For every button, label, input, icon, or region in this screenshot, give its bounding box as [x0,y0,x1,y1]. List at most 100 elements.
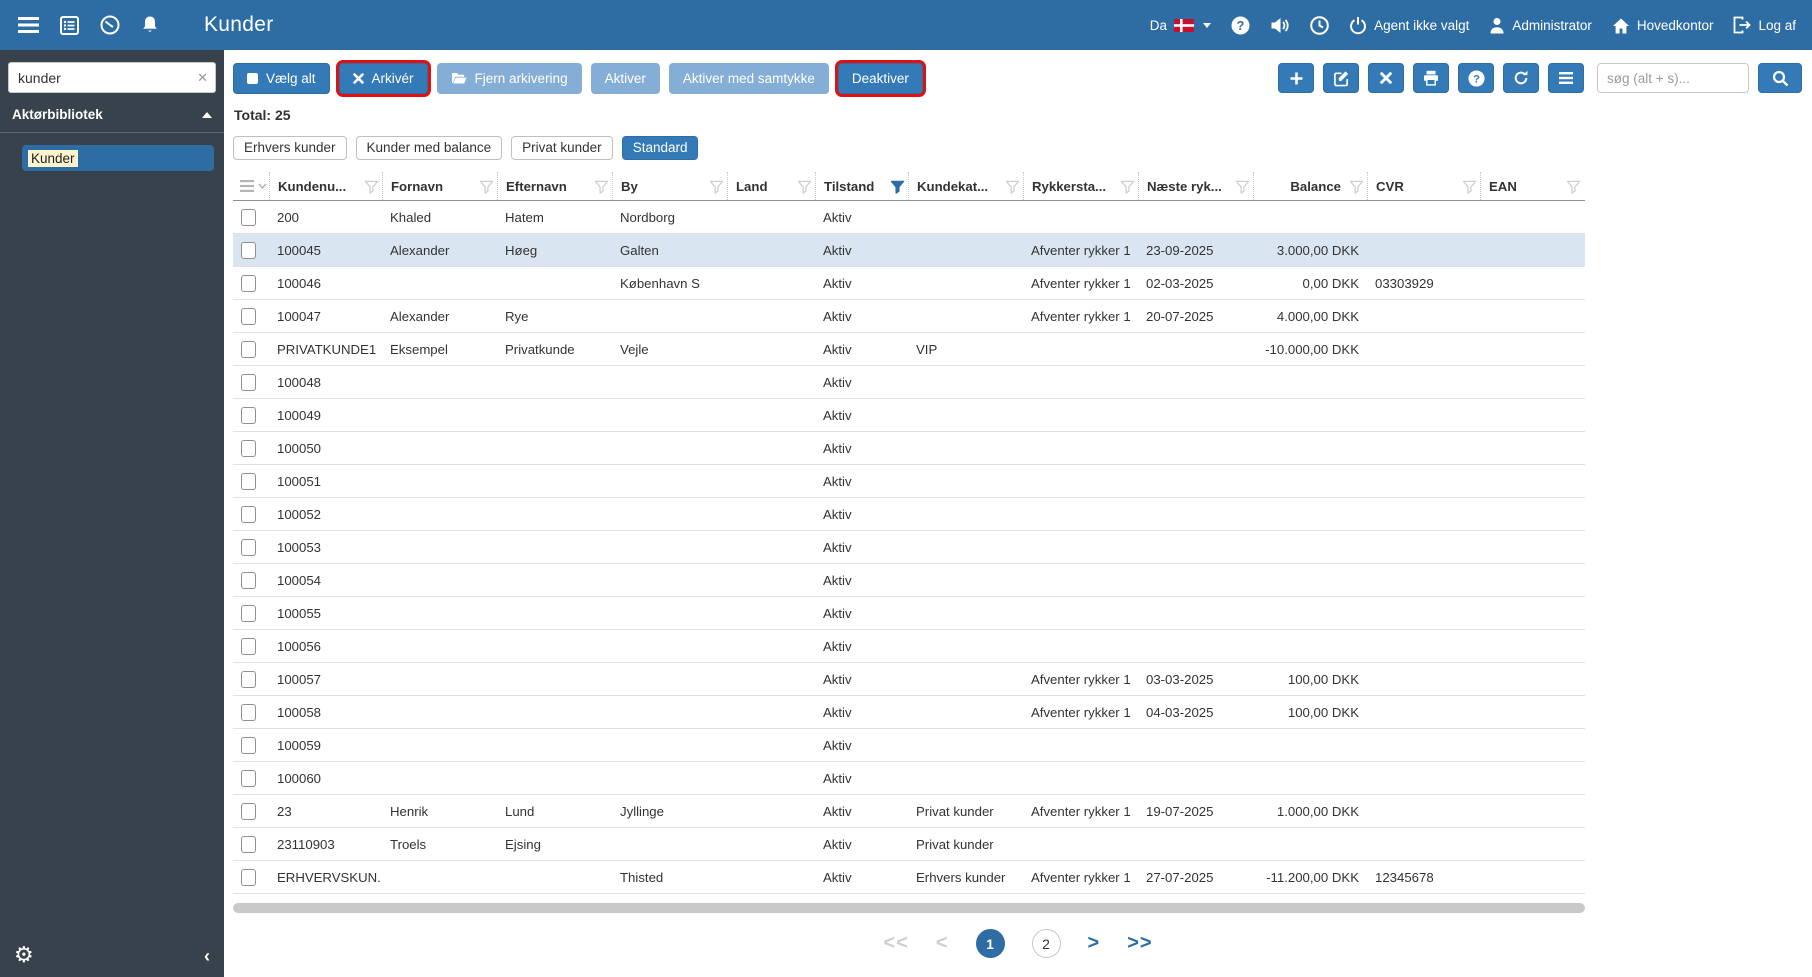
previous-page-button[interactable]: < [936,932,949,955]
filter-funnel-icon[interactable] [364,179,379,194]
table-row[interactable]: 100045 Alexander Høeg Galten Aktiv Afventer r… [233,234,1585,267]
table-search-input[interactable] [1597,63,1749,93]
filter-funnel-icon[interactable] [1349,179,1364,194]
table-row[interactable]: 100058 Aktiv Afventer rykker 1 04-03-2025 10… [233,696,1585,729]
row-checkbox[interactable] [241,505,256,523]
filter-chip-standard[interactable]: Standard [621,136,699,160]
user-menu[interactable]: Administrator [1489,17,1592,34]
row-checkbox[interactable] [241,703,256,721]
agent-selector[interactable]: Agent ikke valgt [1349,16,1469,35]
settings-gear-icon[interactable]: ⚙ [14,945,34,967]
filter-funnel-icon[interactable] [890,179,905,194]
table-row[interactable]: ERHVERVSKUN... Thisted Aktiv Erhvers kunder… [233,861,1585,894]
help-button[interactable]: ? [1231,16,1250,35]
table-row[interactable]: 100051 Aktiv [233,465,1585,498]
table-row[interactable]: PRIVATKUNDE1 Eksempel Privatkunde Vejle Akti… [233,333,1585,366]
table-row[interactable]: 100053 Aktiv [233,531,1585,564]
add-button[interactable] [1278,63,1314,93]
row-checkbox[interactable] [241,637,256,655]
table-row[interactable]: 100048 Aktiv [233,366,1585,399]
filter-funnel-icon[interactable] [479,179,494,194]
header-cell-by[interactable]: By [612,172,727,200]
table-row[interactable]: 100056 Aktiv [233,630,1585,663]
header-cell-kundekat[interactable]: Kundekat... [908,172,1023,200]
page-number-1[interactable]: 1 [975,929,1005,958]
header-cell-n-ste-ryk[interactable]: Næste ryk... [1138,172,1253,200]
refresh-button[interactable] [1503,63,1539,93]
table-row[interactable]: 100060 Aktiv [233,762,1585,795]
row-checkbox[interactable] [241,472,256,490]
page-number-2[interactable]: 2 [1031,929,1061,958]
header-cell-ean[interactable]: EAN [1480,172,1584,200]
first-page-button[interactable]: << [883,932,908,955]
print-button[interactable] [1413,63,1449,93]
table-row[interactable]: 100055 Aktiv [233,597,1585,630]
header-cell-rykkersta[interactable]: Rykkersta... [1023,172,1138,200]
activate-with-consent-button[interactable]: Aktiver med samtykke [668,63,829,94]
history-button[interactable] [1310,15,1329,35]
row-checkbox[interactable] [241,802,256,820]
activate-button[interactable]: Aktiver [590,63,660,94]
row-selector-menu[interactable] [233,172,269,200]
table-row[interactable]: 100047 Alexander Rye Aktiv Afventer rykker 1… [233,300,1585,333]
row-checkbox[interactable] [241,373,256,391]
header-cell-land[interactable]: Land [727,172,815,200]
row-checkbox[interactable] [241,868,256,886]
row-checkbox[interactable] [241,307,256,325]
archive-button[interactable]: Arkivér [338,63,428,94]
row-checkbox[interactable] [241,241,256,259]
clear-search-icon[interactable]: ✕ [197,70,208,86]
sidebar-section-aktorbibliotek[interactable]: Aktørbibliotek [0,93,224,133]
header-cell-cvr[interactable]: CVR [1367,172,1480,200]
help-tool-button[interactable]: ? [1458,63,1494,93]
office-menu[interactable]: Hovedkontor [1612,17,1713,34]
deactivate-button[interactable]: Deaktiver [837,63,923,94]
row-checkbox[interactable] [241,406,256,424]
select-all-button[interactable]: Vælg alt [233,63,330,94]
table-row[interactable]: 100057 Aktiv Afventer rykker 1 03-03-2025 10… [233,663,1585,696]
search-button[interactable] [1758,63,1802,93]
header-cell-tilstand[interactable]: Tilstand [815,172,908,200]
language-selector[interactable]: Da [1150,18,1212,33]
column-menu-button[interactable] [1548,63,1584,93]
table-row[interactable]: 100059 Aktiv [233,729,1585,762]
row-checkbox[interactable] [241,736,256,754]
row-checkbox[interactable] [241,208,256,226]
filter-funnel-icon[interactable] [1120,179,1135,194]
dashboard-gauge-icon[interactable] [100,15,120,35]
unarchive-button[interactable]: Fjern arkivering [436,63,582,94]
table-row[interactable]: 100046 København S Aktiv Afventer rykker 1 0… [233,267,1585,300]
row-checkbox[interactable] [241,604,256,622]
table-row[interactable]: 23110903 Troels Ejsing Aktiv Privat kunder [233,828,1585,861]
filter-chip-privat-kunder[interactable]: Privat kunder [511,136,613,160]
delete-button[interactable] [1368,63,1404,93]
filter-funnel-icon[interactable] [797,179,812,194]
header-cell-kundenu[interactable]: Kundenu... [269,172,382,200]
filter-chip-kunder-med-balance[interactable]: Kunder med balance [355,136,503,160]
row-checkbox[interactable] [241,571,256,589]
table-row[interactable]: 100054 Aktiv [233,564,1585,597]
table-row[interactable]: 100052 Aktiv [233,498,1585,531]
row-checkbox[interactable] [241,538,256,556]
hamburger-menu-icon[interactable] [18,17,39,33]
filter-chip-erhvers-kunder[interactable]: Erhvers kunder [233,136,347,160]
row-checkbox[interactable] [241,835,256,853]
notifications-bell-icon[interactable] [141,15,159,35]
header-cell-efternavn[interactable]: Efternavn [497,172,612,200]
sidebar-collapse-icon[interactable]: ‹ [204,947,210,965]
table-row[interactable]: 200 Khaled Hatem Nordborg Aktiv [233,201,1585,234]
row-checkbox[interactable] [241,769,256,787]
horizontal-scrollbar[interactable] [233,903,1585,913]
table-row[interactable]: 100049 Aktiv [233,399,1585,432]
header-cell-balance[interactable]: Balance [1253,172,1367,200]
filter-funnel-icon[interactable] [1462,179,1477,194]
logout-button[interactable]: Log af [1733,16,1796,34]
filter-funnel-icon[interactable] [1005,179,1020,194]
edit-button[interactable] [1323,63,1359,93]
row-checkbox[interactable] [241,439,256,457]
header-cell-fornavn[interactable]: Fornavn [382,172,497,200]
announcements-button[interactable] [1270,17,1290,34]
last-page-button[interactable]: >> [1127,932,1152,955]
row-checkbox[interactable] [241,340,256,358]
table-row[interactable]: 100050 Aktiv [233,432,1585,465]
